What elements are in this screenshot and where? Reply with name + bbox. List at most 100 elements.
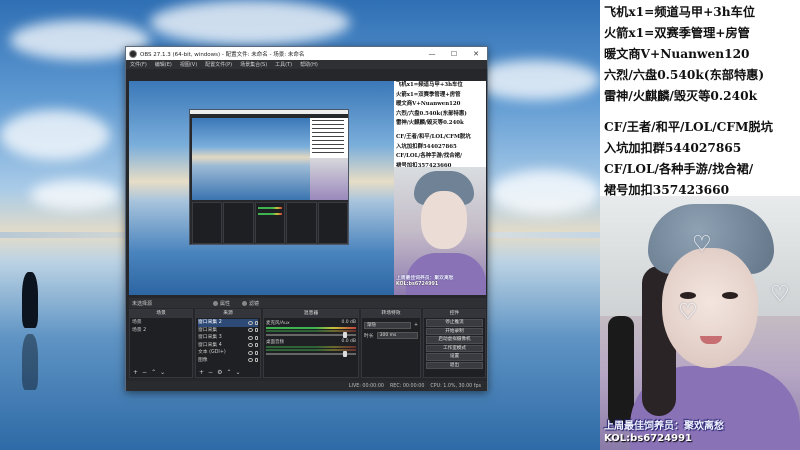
eye-icon[interactable] xyxy=(248,320,253,325)
menu-tools[interactable]: 工具(T) xyxy=(271,61,296,68)
scene-item[interactable]: 场景 xyxy=(132,319,190,327)
title-bar: OBS 27.1.3 (64-bit, windows) - 配置文件: 未命名… xyxy=(126,47,487,60)
webcam-feed: ♡ ♡ ♡ 上周最佳饲养员：聚欢离愁 KOL:bs6724991 xyxy=(600,196,800,450)
source-item[interactable]: 文本 (GDI+) xyxy=(198,349,258,357)
close-button[interactable]: ✕ xyxy=(465,50,487,58)
preview-caption: 上周最佳饲养员：聚欢离愁 xyxy=(396,276,454,281)
controls-title: 控件 xyxy=(424,310,485,318)
preview-line: 六烈/六盘0.540k(东部特惠) xyxy=(396,110,467,117)
info-line: 火箭x1=双赛季管理+房管 xyxy=(604,26,750,40)
preview-line: CF/王者/和平/LOL/CFM脱坑 xyxy=(396,133,471,140)
status-bar: LIVE: 00:00:00 REC: 00:00:00 CPU: 1.0%, … xyxy=(126,381,487,391)
menu-profile[interactable]: 配置文件(P) xyxy=(201,61,236,68)
volume-slider[interactable] xyxy=(266,332,356,338)
info-line: 六烈/六盘0.540k(东部特惠) xyxy=(604,68,765,82)
kol-caption: KOL:bs6724991 xyxy=(604,433,692,444)
heart-icon: ♡ xyxy=(678,300,698,325)
studio-mode-button[interactable]: 工作室模式 xyxy=(426,344,483,352)
start-recording-button[interactable]: 开始录制 xyxy=(426,327,483,335)
transition-select[interactable]: 渐隐 xyxy=(364,322,411,329)
preview-text-panel: 飞机x1=频道马甲+3h车位 火箭x1=双赛季管理+房管 暖文商V+Nuanwe… xyxy=(394,81,486,295)
track-name: 桌面音频 xyxy=(266,340,284,345)
info-line: 入坑加扣群544027865 xyxy=(604,141,742,155)
preview-line: 暖文商V+Nuanwen120 xyxy=(396,101,461,108)
exit-button[interactable]: 退出 xyxy=(426,361,483,369)
add-icon[interactable]: + xyxy=(199,369,204,376)
menu-file[interactable]: 文件(F) xyxy=(126,61,151,68)
source-item[interactable]: 窗口采集 3 xyxy=(198,334,258,342)
add-icon[interactable]: + xyxy=(414,323,418,328)
source-item[interactable]: 窗口采集 4 xyxy=(198,342,258,350)
scenes-title: 场景 xyxy=(130,310,192,318)
filters-label: 滤镜 xyxy=(249,300,260,307)
menu-help[interactable]: 帮助(H) xyxy=(296,61,322,68)
down-icon[interactable]: ⌄ xyxy=(160,369,165,376)
lock-icon[interactable] xyxy=(255,343,258,348)
track-level: 0.0 dB xyxy=(341,320,356,325)
filter-icon xyxy=(242,300,248,306)
lock-icon[interactable] xyxy=(255,350,258,355)
minimize-button[interactable]: — xyxy=(421,50,443,58)
mixer-title: 混音器 xyxy=(264,310,358,318)
remove-icon[interactable]: − xyxy=(142,369,147,376)
preview-line: 雷神/火麒麟/毁灭等0.240k xyxy=(396,120,464,127)
transitions-dock: 转场特效 渐隐 + 时长 300 ms xyxy=(361,309,421,378)
gear-icon[interactable]: ⚙ xyxy=(217,369,222,376)
settings-button[interactable]: 设置 xyxy=(426,353,483,361)
info-line: 暖文商V+Nuanwen120 xyxy=(604,47,750,61)
volume-slider[interactable] xyxy=(266,351,356,357)
heart-icon: ♡ xyxy=(692,232,712,257)
remove-icon[interactable]: − xyxy=(208,369,213,376)
eye-icon[interactable] xyxy=(248,358,253,363)
menu-scene-collection[interactable]: 场景集合(S) xyxy=(236,61,271,68)
menu-view[interactable]: 视图(V) xyxy=(176,61,201,68)
live-status: LIVE: 00:00:00 xyxy=(348,383,384,389)
preview-kol: KOL:bs6724991 xyxy=(396,282,439,287)
track-name: 麦克风/Aux xyxy=(266,321,290,326)
up-icon[interactable]: ⌃ xyxy=(151,369,156,376)
heart-icon: ♡ xyxy=(770,282,790,307)
eye-icon[interactable] xyxy=(248,335,253,340)
menu-edit[interactable]: 编辑(E) xyxy=(151,61,176,68)
scenes-dock: 场景 场景 场景 2 + − ⌃ ⌄ xyxy=(129,309,193,378)
lock-icon[interactable] xyxy=(255,335,258,340)
cpu-status: CPU: 1.0%, 30.00 fps xyxy=(430,383,481,389)
eye-icon[interactable] xyxy=(248,350,253,355)
gear-icon xyxy=(213,300,218,306)
add-icon[interactable]: + xyxy=(133,369,138,376)
mixer-track: 桌面音频 0.0 dB xyxy=(266,339,356,357)
info-line: CF/王者/和平/LOL/CFM脱坑 xyxy=(604,120,773,134)
runner-reflection xyxy=(22,334,38,390)
properties-button[interactable]: 属性 xyxy=(213,300,230,307)
obs-logo-icon xyxy=(129,49,137,58)
lock-icon[interactable] xyxy=(255,320,258,325)
source-item[interactable]: 图像 xyxy=(198,357,258,365)
preview-canvas[interactable]: 飞机x1=频道马甲+3h车位 火箭x1=双赛季管理+房管 暖文商V+Nuanwe… xyxy=(129,81,486,295)
lock-icon[interactable] xyxy=(255,358,258,363)
source-toolbar: 未选择源 属性 滤镜 xyxy=(129,298,486,308)
stop-streaming-button[interactable]: 停止推流 xyxy=(426,319,483,327)
eye-icon[interactable] xyxy=(248,343,253,348)
streamer-face xyxy=(662,248,758,368)
no-source-label: 未选择源 xyxy=(132,300,153,307)
properties-label: 属性 xyxy=(220,300,231,307)
preview-line: 飞机x1=频道马甲+3h车位 xyxy=(396,82,463,88)
info-line: 雷神/火麒麟/毁灭等0.240k xyxy=(604,89,758,103)
rec-status: REC: 00:00:00 xyxy=(389,383,425,389)
lock-icon[interactable] xyxy=(255,328,258,333)
preview-webcam: 上周最佳饲养员：聚欢离愁 KOL:bs6724991 xyxy=(394,167,486,295)
scene-item[interactable]: 场景 2 xyxy=(132,327,190,335)
obs-window: OBS 27.1.3 (64-bit, windows) - 配置文件: 未命名… xyxy=(125,46,488,391)
source-item[interactable]: 窗口采集 2 xyxy=(198,319,258,327)
filters-button[interactable]: 滤镜 xyxy=(242,300,259,307)
down-icon[interactable]: ⌄ xyxy=(235,369,240,376)
duration-input[interactable]: 300 ms xyxy=(376,332,418,339)
info-line: 飞机x1=频道马甲+3h车位 xyxy=(604,5,756,19)
virtual-camera-button[interactable]: 启动虚拟摄像机 xyxy=(426,336,483,344)
track-level: 0.0 dB xyxy=(341,339,356,344)
eye-icon[interactable] xyxy=(248,328,253,333)
maximize-button[interactable]: ☐ xyxy=(443,50,465,58)
up-icon[interactable]: ⌃ xyxy=(226,369,231,376)
docks-area: 场景 场景 场景 2 + − ⌃ ⌄ 来源 窗口采集 2 窗口采集 窗口采集 3… xyxy=(129,309,486,378)
source-item[interactable]: 窗口采集 xyxy=(198,327,258,335)
